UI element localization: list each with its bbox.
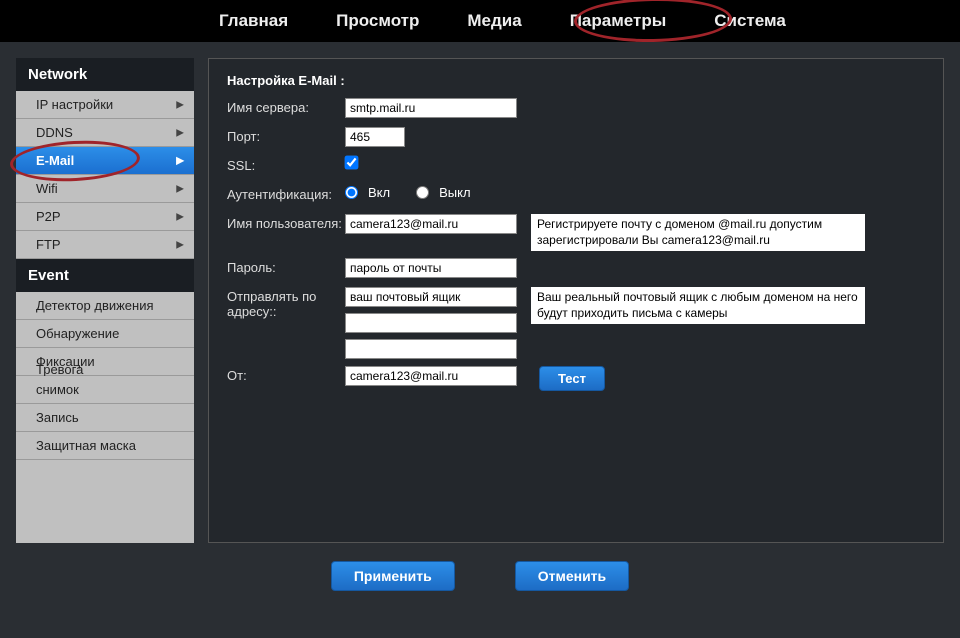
cancel-button[interactable]: Отменить [515, 561, 629, 591]
sidebar-item-record[interactable]: Запись [16, 404, 194, 432]
label-port: Порт: [227, 127, 345, 144]
sidebar-label: Обнаружение [36, 326, 119, 341]
top-nav: Главная Просмотр Медиа Параметры Система [0, 0, 960, 42]
button-bar: Применить Отменить [0, 543, 960, 609]
tab-preview[interactable]: Просмотр [312, 0, 443, 42]
sidebar: Network IP настройки ▶ DDNS ▶ E-Mail ▶ Wifi… [16, 58, 194, 543]
tab-media[interactable]: Медиа [443, 0, 545, 42]
sidebar-item-p2p[interactable]: P2P ▶ [16, 203, 194, 231]
chevron-right-icon: ▶ [176, 127, 184, 138]
sidebar-item-email[interactable]: E-Mail ▶ [16, 147, 194, 175]
radio-label-off: Выкл [439, 185, 470, 200]
panel-title: Настройка E-Mail : [227, 73, 925, 88]
sidebar-item-detect[interactable]: Обнаружение [16, 320, 194, 348]
sidebar-item-ip[interactable]: IP настройки ▶ [16, 91, 194, 119]
label-auth: Аутентификация: [227, 185, 345, 202]
sidebar-head-network: Network [16, 58, 194, 91]
hint-register: Регистрируете почту с доменом @mail.ru д… [531, 214, 865, 251]
chevron-right-icon: ▶ [176, 155, 184, 166]
sidebar-label: DDNS [36, 125, 73, 140]
sidebar-label: Защитная маска [36, 438, 136, 453]
sidebar-item-motion[interactable]: Детектор движения [16, 292, 194, 320]
input-sendto-1[interactable] [345, 287, 517, 307]
radio-auth-off[interactable] [416, 186, 429, 199]
tab-params[interactable]: Параметры [546, 0, 691, 42]
hint-realbox: Ваш реальный почтовый ящик с любым домен… [531, 287, 865, 324]
sidebar-item-ftp[interactable]: FTP ▶ [16, 231, 194, 259]
chevron-right-icon: ▶ [176, 183, 184, 194]
sidebar-label-overlap: Тревога [36, 362, 83, 377]
sidebar-label: IP настройки [36, 97, 113, 112]
sidebar-label: FTP [36, 237, 61, 252]
tab-home[interactable]: Главная [195, 0, 312, 42]
input-from[interactable] [345, 366, 517, 386]
sidebar-item-fix[interactable]: Фиксации Тревога [16, 348, 194, 376]
sidebar-label: снимок [36, 382, 79, 397]
radio-label-on: Вкл [368, 185, 390, 200]
label-password: Пароль: [227, 258, 345, 275]
sidebar-label: Wifi [36, 181, 58, 196]
label-from: От: [227, 366, 345, 383]
test-button[interactable]: Тест [539, 366, 605, 391]
sidebar-item-wifi[interactable]: Wifi ▶ [16, 175, 194, 203]
sidebar-label: Запись [36, 410, 79, 425]
sidebar-label: P2P [36, 209, 61, 224]
chevron-right-icon: ▶ [176, 239, 184, 250]
input-password[interactable] [345, 258, 517, 278]
input-port[interactable] [345, 127, 405, 147]
label-username: Имя пользователя: [227, 214, 345, 231]
label-sendto: Отправлять по адресу:: [227, 287, 345, 319]
input-sendto-3[interactable] [345, 339, 517, 359]
sidebar-head-event: Event [16, 259, 194, 292]
chevron-right-icon: ▶ [176, 211, 184, 222]
tab-system[interactable]: Система [690, 0, 810, 42]
sidebar-item-mask[interactable]: Защитная маска [16, 432, 194, 460]
label-ssl: SSL: [227, 156, 345, 173]
input-server[interactable] [345, 98, 517, 118]
sidebar-item-ddns[interactable]: DDNS ▶ [16, 119, 194, 147]
main-panel: Настройка E-Mail : Имя сервера: Порт: SS… [208, 58, 944, 543]
chevron-right-icon: ▶ [176, 99, 184, 110]
radio-auth-on[interactable] [345, 186, 358, 199]
sidebar-label: E-Mail [36, 153, 74, 168]
sidebar-item-snapshot[interactable]: снимок [16, 376, 194, 404]
input-sendto-2[interactable] [345, 313, 517, 333]
label-server: Имя сервера: [227, 98, 345, 115]
sidebar-label: Детектор движения [36, 298, 154, 313]
input-username[interactable] [345, 214, 517, 234]
apply-button[interactable]: Применить [331, 561, 455, 591]
checkbox-ssl[interactable] [345, 156, 359, 170]
